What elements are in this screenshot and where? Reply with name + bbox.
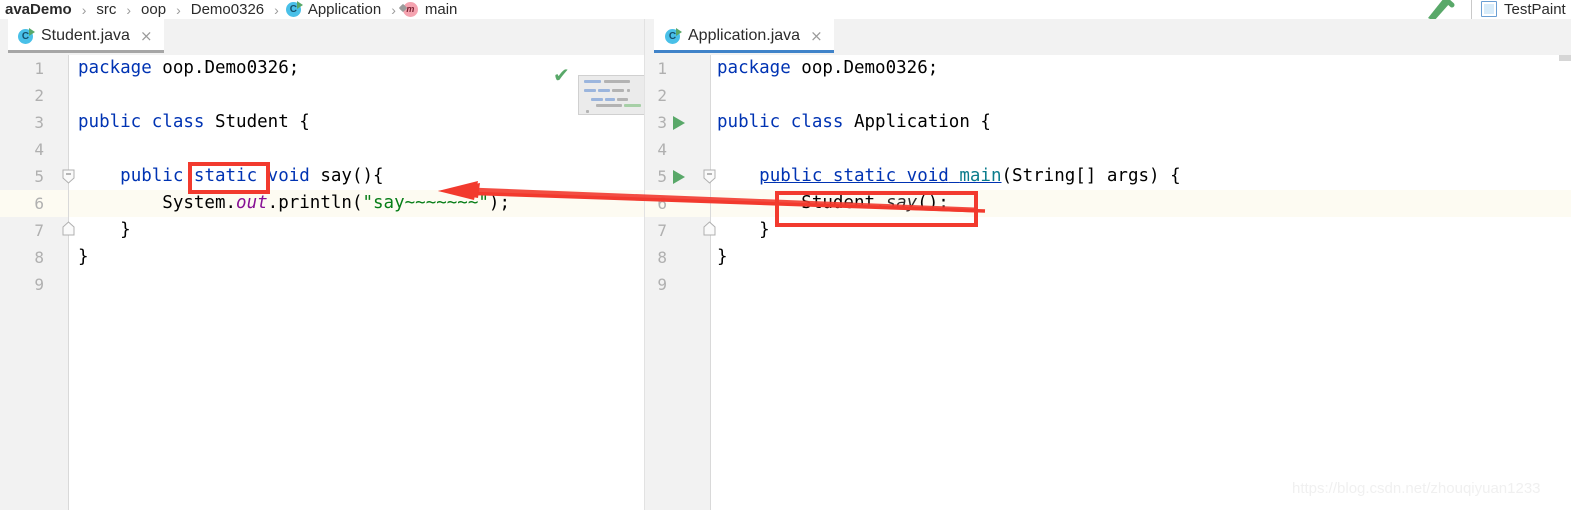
line-number: 6 [34,194,44,213]
java-class-icon: C [18,27,35,44]
line-number: 2 [657,86,667,105]
green-check-icon[interactable]: ✔ [553,65,570,85]
line-number: 5 [34,167,44,186]
breadcrumb: avaDemo › src › oop › Demo0326 › C Appli… [0,0,1571,19]
breadcrumb-item-src[interactable]: src [91,1,121,18]
code-line[interactable]: package oop.Demo0326; [717,55,938,82]
line-number: 2 [34,86,44,105]
breadcrumb-item-package[interactable]: Demo0326 [186,1,269,18]
line-number: 8 [34,248,44,267]
breadcrumb-separator: › [126,1,132,18]
code-line[interactable]: public class Application { [717,109,991,136]
breadcrumb-item-method[interactable]: m main [401,1,463,18]
idea-editor-window: avaDemo › src › oop › Demo0326 › C Appli… [0,0,1571,510]
breadcrumb-separator: › [274,1,279,18]
tab-label: Application.java [688,27,801,44]
tab-application-java[interactable]: C Application.java × [654,19,834,53]
breadcrumb-item-project[interactable]: avaDemo [0,1,77,18]
code-line[interactable]: System.out.println("say~~~~~~~"); [78,190,510,217]
code-line[interactable]: Student.say(); [717,190,949,217]
breadcrumb-label: oop [141,1,167,18]
code-minimap-preview[interactable] [578,75,645,115]
editor-pane-left: C Student.java × 1 2 3 4 5 6 7 8 9 packa… [0,19,653,510]
code-line[interactable]: } [78,217,131,244]
scrollbar-thumb[interactable] [1559,55,1571,61]
class-icon: C [285,1,303,17]
line-number: 7 [34,221,44,240]
editor-pane-right: C Application.java × 1 2 3 4 5 6 7 8 9 p… [645,19,1571,510]
code-line[interactable]: public static void main(String[] args) { [717,163,1180,190]
close-icon[interactable]: × [140,28,153,44]
line-number: 3 [34,113,44,132]
run-class-icon[interactable] [673,116,685,130]
breadcrumb-separator: › [176,1,181,18]
line-number: 9 [657,275,667,294]
tab-testpaint[interactable]: TestPaint [1471,0,1571,19]
method-icon: m [402,2,418,17]
code-editor-left[interactable]: 1 2 3 4 5 6 7 8 9 package oop.Demo0326; … [0,55,645,510]
gutter-right[interactable]: 1 2 3 4 5 6 7 8 9 [645,55,716,510]
code-line[interactable]: public static void say(){ [78,163,383,190]
line-number: 1 [34,59,44,78]
tabstrip-left: C Student.java × [0,19,653,56]
breadcrumb-item-oop[interactable]: oop [136,1,171,18]
code-line[interactable]: } [717,217,770,244]
file-icon [1481,1,1497,17]
tab-underline [654,50,834,53]
line-number: 3 [657,113,667,132]
breadcrumb-separator: › [81,1,87,18]
editor-split: C Student.java × 1 2 3 4 5 6 7 8 9 packa… [0,19,1571,510]
run-main-method-icon[interactable] [673,170,685,184]
line-number: 5 [657,167,667,186]
code-editor-right[interactable]: 1 2 3 4 5 6 7 8 9 package oop.Demo0326; … [645,55,1571,510]
tab-student-java[interactable]: C Student.java × [8,19,164,53]
line-number: 1 [657,59,667,78]
tab-underline [8,50,164,53]
line-number: 9 [34,275,44,294]
tab-label: Student.java [41,27,130,44]
tabstrip-right: C Application.java × [645,19,1571,56]
watermark: https://blog.csdn.net/zhouqiyuan1233 [1292,480,1541,497]
breadcrumb-label: src [96,1,117,18]
code-line[interactable]: public class Student { [78,109,310,136]
code-line[interactable]: } [717,244,728,271]
hammer-icon[interactable] [1424,0,1458,19]
line-number: 4 [657,140,667,159]
close-icon[interactable]: × [810,28,823,44]
line-number: 8 [657,248,667,267]
line-number: 7 [657,221,667,240]
code-line[interactable]: } [78,244,89,271]
breadcrumb-label: main [424,1,458,18]
line-number: 6 [657,194,667,213]
breadcrumb-label: Application [307,1,382,18]
gutter-left[interactable]: 1 2 3 4 5 6 7 8 9 [0,55,75,510]
code-line[interactable]: package oop.Demo0326; [78,55,299,82]
breadcrumb-item-class[interactable]: C Application [284,1,386,18]
java-runnable-class-icon: C [665,27,682,44]
tab-label: TestPaint [1504,0,1566,18]
code-text-left[interactable]: package oop.Demo0326; public class Stude… [69,55,645,510]
line-number: 4 [34,140,44,159]
breadcrumb-separator: › [391,1,396,18]
breadcrumb-label: Demo0326 [190,1,265,18]
code-text-right[interactable]: package oop.Demo0326; public class Appli… [711,55,1571,510]
breadcrumb-label: avaDemo [5,1,72,18]
